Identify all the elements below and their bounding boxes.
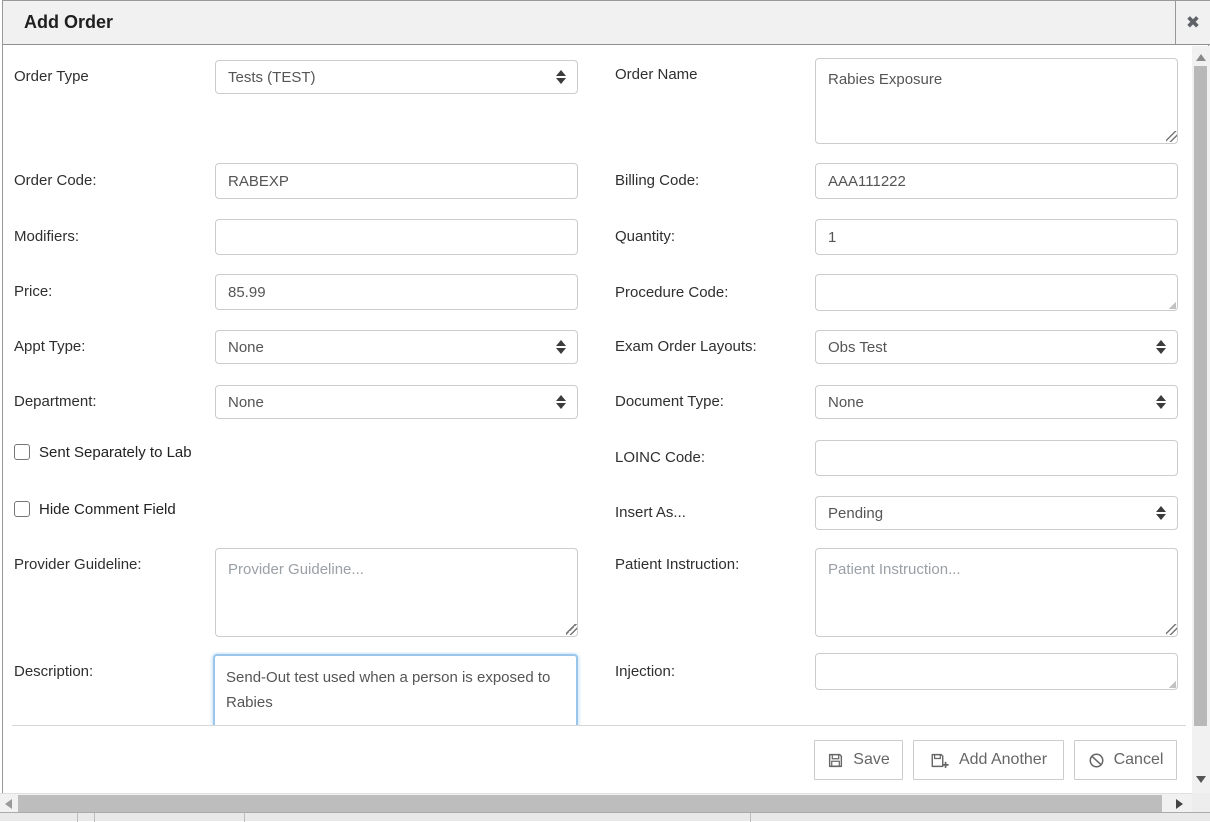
up-down-caret-icon xyxy=(556,70,566,84)
department-label: Department: xyxy=(14,385,97,419)
scrollbar-corner xyxy=(1192,793,1210,812)
footer-divider xyxy=(12,725,1186,726)
order-type-value: Tests (TEST) xyxy=(228,69,316,86)
appt-type-value: None xyxy=(228,339,264,356)
up-down-caret-icon xyxy=(1156,395,1166,409)
horizontal-scrollbar-thumb[interactable] xyxy=(18,795,1162,812)
resize-grip-icon[interactable] xyxy=(1168,301,1176,309)
up-down-caret-icon xyxy=(556,395,566,409)
add-another-button-label: Add Another xyxy=(959,751,1047,769)
document-type-label: Document Type: xyxy=(615,385,724,419)
loinc-code-label: LOINC Code: xyxy=(615,440,705,476)
injection-label: Injection: xyxy=(615,653,675,690)
vertical-scrollbar-thumb[interactable] xyxy=(1194,66,1207,726)
billing-code-input[interactable] xyxy=(815,163,1178,199)
scroll-left-arrow-icon[interactable] xyxy=(5,799,12,809)
appt-type-select[interactable]: None xyxy=(215,330,578,364)
background-page-strip xyxy=(0,812,1210,821)
exam-order-layouts-label: Exam Order Layouts: xyxy=(615,330,757,364)
dialog-title: Add Order xyxy=(3,12,113,33)
description-textarea[interactable]: Send-Out test used when a person is expo… xyxy=(213,654,578,725)
department-select[interactable]: None xyxy=(215,385,578,419)
order-code-label: Order Code: xyxy=(14,163,97,199)
close-icon[interactable]: ✖ xyxy=(1175,1,1210,44)
exam-order-layouts-value: Obs Test xyxy=(828,339,887,356)
scroll-right-arrow-icon[interactable] xyxy=(1176,799,1183,809)
cancel-button-label: Cancel xyxy=(1114,751,1164,769)
order-code-input[interactable] xyxy=(215,163,578,199)
hide-comment-checkbox[interactable] xyxy=(14,501,30,517)
injection-textarea[interactable] xyxy=(815,653,1178,690)
resize-grip-icon[interactable] xyxy=(566,624,577,635)
dialog-header: Add Order ✖ xyxy=(3,1,1210,45)
resize-grip-icon[interactable] xyxy=(1166,624,1177,635)
insert-as-value: Pending xyxy=(828,505,883,522)
scroll-up-arrow-icon[interactable] xyxy=(1196,54,1206,61)
description-label: Description: xyxy=(14,655,93,689)
order-name-label: Order Name xyxy=(615,58,698,92)
description-field-clip: Send-Out test used when a person is expo… xyxy=(209,652,583,725)
modifiers-input[interactable] xyxy=(215,219,578,255)
patient-instruction-label: Patient Instruction: xyxy=(615,548,739,582)
cancel-button[interactable]: Cancel xyxy=(1074,740,1177,780)
hide-comment-row: Hide Comment Field xyxy=(14,499,176,519)
horizontal-scrollbar[interactable] xyxy=(0,793,1192,812)
sent-separately-checkbox[interactable] xyxy=(14,444,30,460)
up-down-caret-icon xyxy=(1156,506,1166,520)
order-name-textarea[interactable]: Rabies Exposure xyxy=(815,58,1178,144)
sent-separately-label: Sent Separately to Lab xyxy=(39,444,192,461)
quantity-input[interactable] xyxy=(815,219,1178,255)
order-type-select[interactable]: Tests (TEST) xyxy=(215,60,578,94)
loinc-code-input[interactable] xyxy=(815,440,1178,476)
add-another-button[interactable]: Add Another xyxy=(913,740,1064,780)
up-down-caret-icon xyxy=(1156,340,1166,354)
patient-instruction-textarea[interactable] xyxy=(815,548,1178,637)
resize-grip-icon[interactable] xyxy=(1166,131,1177,142)
exam-order-layouts-select[interactable]: Obs Test xyxy=(815,330,1178,364)
department-value: None xyxy=(228,394,264,411)
modifiers-label: Modifiers: xyxy=(14,219,79,255)
price-input[interactable] xyxy=(215,274,578,310)
ban-circle-icon xyxy=(1088,752,1105,769)
procedure-code-textarea[interactable] xyxy=(815,274,1178,311)
resize-grip-icon[interactable] xyxy=(1168,680,1176,688)
save-button-label: Save xyxy=(853,751,889,769)
provider-guideline-label: Provider Guideline: xyxy=(14,548,142,582)
appt-type-label: Appt Type: xyxy=(14,330,85,364)
hide-comment-label: Hide Comment Field xyxy=(39,501,176,518)
floppy-plus-icon xyxy=(930,752,950,769)
insert-as-select[interactable]: Pending xyxy=(815,496,1178,530)
quantity-label: Quantity: xyxy=(615,219,675,255)
modal-left-border xyxy=(2,0,3,812)
add-order-dialog: Add Order ✖ Order Type Tests (TEST) Orde… xyxy=(0,0,1210,821)
scroll-down-arrow-icon[interactable] xyxy=(1196,776,1206,783)
save-button[interactable]: Save xyxy=(814,740,903,780)
billing-code-label: Billing Code: xyxy=(615,163,699,199)
price-label: Price: xyxy=(14,274,52,310)
vertical-scrollbar[interactable] xyxy=(1192,46,1210,793)
document-type-select[interactable]: None xyxy=(815,385,1178,419)
document-type-value: None xyxy=(828,394,864,411)
order-type-label: Order Type xyxy=(14,60,89,94)
procedure-code-label: Procedure Code: xyxy=(615,274,728,311)
up-down-caret-icon xyxy=(556,340,566,354)
sent-separately-row: Sent Separately to Lab xyxy=(14,442,192,462)
floppy-disk-icon xyxy=(827,752,844,769)
insert-as-label: Insert As... xyxy=(615,496,686,530)
provider-guideline-textarea[interactable] xyxy=(215,548,578,637)
